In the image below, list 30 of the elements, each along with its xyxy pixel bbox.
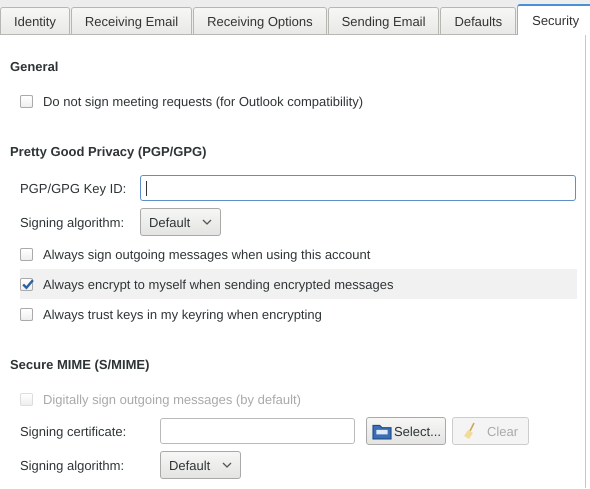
checkbox[interactable] xyxy=(20,278,33,290)
checkbox-label: Always encrypt to myself when sending encrypted messages xyxy=(43,276,394,292)
field-label: PGP/GPG Key ID: xyxy=(20,180,128,196)
tab[interactable]: Sending Email xyxy=(328,7,440,34)
tab[interactable]: Receiving Options xyxy=(193,7,327,34)
select-button[interactable]: Select... xyxy=(366,417,446,445)
checkbox[interactable] xyxy=(20,248,33,260)
tab[interactable]: Receiving Email xyxy=(70,7,192,34)
checkbox-label: Digitally sign outgoing messages (by default) xyxy=(43,392,301,406)
dropdown[interactable]: Default xyxy=(140,208,222,236)
checkbox-label: Always trust keys in my keyring when encrypting xyxy=(43,306,322,322)
tab[interactable]: Identity xyxy=(0,7,70,34)
section-heading: Secure MIME (S/MIME) xyxy=(10,357,150,372)
folder-icon xyxy=(371,422,393,440)
field-label: Signing algorithm: xyxy=(20,214,126,230)
input-field[interactable] xyxy=(160,418,355,444)
tab[interactable]: Defaults xyxy=(440,7,516,34)
dropdown[interactable]: Default xyxy=(160,451,242,479)
tab[interactable]: Security xyxy=(517,4,590,35)
checkbox[interactable] xyxy=(20,308,33,320)
section-heading: Pretty Good Privacy (PGP/GPG) xyxy=(10,144,208,159)
section-heading: General xyxy=(10,59,60,74)
input-field[interactable] xyxy=(140,175,576,201)
field-label: Signing algorithm: xyxy=(20,458,126,472)
caret-icon xyxy=(222,462,232,468)
checkbox-label: Do not sign meeting requests (for Outlook compatibility) xyxy=(43,94,364,108)
field-label: Signing certificate: xyxy=(20,424,128,438)
caret-icon xyxy=(202,219,212,225)
checkbox[interactable] xyxy=(20,94,33,108)
checkbox-label: Always sign outgoing messages when using this account xyxy=(43,246,370,262)
